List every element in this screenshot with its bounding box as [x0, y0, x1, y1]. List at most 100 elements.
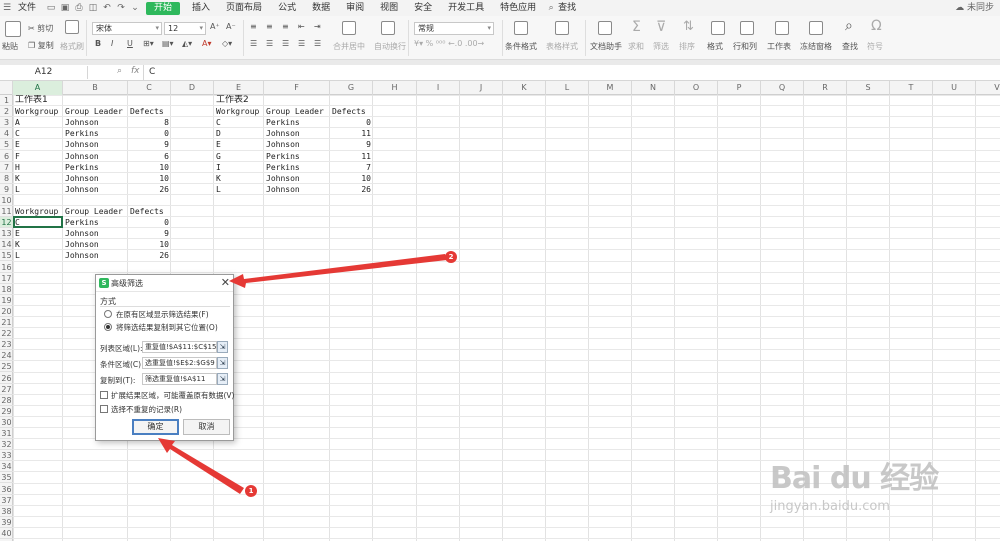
table-header-cell[interactable]: Group Leader	[63, 106, 128, 117]
undo-icon[interactable]: ↶	[100, 3, 114, 13]
column-header-a[interactable]: A	[13, 81, 63, 95]
column-header-j[interactable]: J	[460, 81, 503, 95]
find-button[interactable]: 查找	[842, 41, 858, 52]
indent-increase-icon[interactable]: ⇥	[314, 22, 321, 31]
table-cell[interactable]: 26	[330, 184, 373, 195]
table-cell[interactable]: Perkins	[264, 151, 330, 162]
currency-icon[interactable]: ¥▾ % ⁰⁰⁰ ←.0 .00→	[414, 39, 484, 48]
row-header-30[interactable]: 30	[0, 417, 13, 428]
cut-button[interactable]: ✂ 剪切	[28, 23, 53, 34]
sort-button[interactable]: 排序	[679, 41, 695, 52]
column-header-q[interactable]: Q	[761, 81, 804, 95]
table-cell[interactable]: 6	[128, 151, 171, 162]
symbol-button[interactable]: 符号	[867, 41, 883, 52]
table-cell[interactable]: 10	[128, 239, 171, 250]
conditional-format-icon[interactable]	[514, 21, 528, 35]
table-header-cell[interactable]: Defects	[330, 106, 373, 117]
symbol-icon[interactable]: Ω	[871, 18, 882, 34]
table-cell[interactable]: 9	[128, 139, 171, 150]
table-cell[interactable]: Johnson	[63, 228, 128, 239]
bold-button[interactable]: B	[95, 39, 101, 48]
table-cell[interactable]: 9	[330, 139, 373, 150]
table-cell[interactable]: C	[13, 128, 63, 139]
table-cell[interactable]: 26	[128, 184, 171, 195]
freeze-icon[interactable]	[809, 21, 823, 35]
row-header-13[interactable]: 13	[0, 228, 13, 240]
row-header-18[interactable]: 18	[0, 284, 13, 295]
formula-input[interactable]: C	[143, 65, 1000, 80]
tab-security[interactable]: 安全	[406, 0, 440, 16]
row-header-8[interactable]: 8	[0, 173, 13, 184]
chevron-down-icon[interactable]: ⌄	[128, 3, 142, 13]
unique-records-checkbox[interactable]	[100, 405, 108, 413]
table-cell[interactable]: 10	[128, 173, 171, 184]
column-header-l[interactable]: L	[546, 81, 589, 95]
grow-font-icon[interactable]: A⁺	[210, 22, 220, 31]
worksheet-button[interactable]: 工作表	[767, 41, 791, 52]
table-header-cell[interactable]: Group Leader	[264, 106, 330, 117]
align-right-icon[interactable]: ☰	[282, 39, 289, 48]
row-header-9[interactable]: 9	[0, 184, 13, 195]
distributed-icon[interactable]: ☰	[314, 39, 321, 48]
table-header-cell[interactable]: Defects	[128, 106, 171, 117]
doc-assistant-icon[interactable]	[598, 21, 612, 35]
font-color-icon[interactable]: A▾	[202, 39, 212, 48]
row-header-14[interactable]: 14	[0, 239, 13, 251]
worksheet-icon[interactable]	[775, 21, 789, 35]
row-header-34[interactable]: 34	[0, 461, 13, 473]
align-top-icon[interactable]: ≡	[250, 22, 257, 31]
filter-icon[interactable]: ⊽	[656, 19, 666, 35]
row-header-17[interactable]: 17	[0, 273, 13, 284]
close-icon[interactable]: ✕	[221, 276, 230, 289]
table-cell[interactable]: 11	[330, 128, 373, 139]
table-cell[interactable]: Johnson	[264, 139, 330, 150]
italic-button[interactable]: I	[111, 39, 113, 48]
tab-insert[interactable]: 插入	[184, 0, 218, 16]
table-cell[interactable]: 0	[128, 128, 171, 139]
table-header-cell[interactable]: Group Leader	[63, 206, 128, 217]
sync-status[interactable]: ☁ 未同步	[947, 0, 1000, 16]
table-cell[interactable]: Johnson	[264, 128, 330, 139]
function-icon[interactable]: fx	[131, 66, 140, 76]
row-header-26[interactable]: 26	[0, 373, 13, 384]
column-header-n[interactable]: N	[632, 81, 675, 95]
tab-page-layout[interactable]: 页面布局	[218, 0, 270, 16]
row-header-10[interactable]: 10	[0, 195, 13, 206]
range-picker-icon[interactable]: ⇲	[217, 373, 228, 385]
table-cell[interactable]: Johnson	[63, 117, 128, 128]
table-cell[interactable]: Johnson	[63, 184, 128, 195]
column-header-c[interactable]: C	[128, 81, 171, 95]
row-header-2[interactable]: 2	[0, 106, 13, 118]
align-bottom-icon[interactable]: ≡	[282, 22, 289, 31]
table-cell[interactable]: I	[214, 162, 264, 173]
filter-button[interactable]: 筛选	[653, 41, 669, 52]
freeze-button[interactable]: 冻结窗格	[800, 41, 832, 52]
table-cell[interactable]: F	[13, 151, 63, 162]
find-icon[interactable]: ⌕	[845, 18, 853, 34]
row-header-11[interactable]: 11	[0, 206, 13, 217]
tab-developer[interactable]: 开发工具	[440, 0, 492, 16]
table-cell[interactable]: Johnson	[63, 173, 128, 184]
table-cell[interactable]: G	[214, 151, 264, 162]
row-header-38[interactable]: 38	[0, 506, 13, 517]
table-cell[interactable]: Johnson	[63, 139, 128, 150]
row-header-25[interactable]: 25	[0, 361, 13, 373]
row-header-40[interactable]: 40	[0, 528, 13, 539]
file-menu[interactable]: 文件	[14, 0, 44, 16]
border-icon[interactable]: ⊞▾	[143, 39, 154, 48]
sheet-title-1[interactable]: 工作表1	[13, 95, 63, 106]
table-cell[interactable]: K	[13, 173, 63, 184]
row-col-icon[interactable]	[740, 21, 754, 35]
menu-search[interactable]: 查找	[558, 0, 584, 16]
table-cell[interactable]: D	[214, 128, 264, 139]
underline-button[interactable]: U	[127, 39, 133, 48]
column-header-s[interactable]: S	[847, 81, 890, 95]
table-cell[interactable]: 9	[128, 228, 171, 239]
range-picker-icon[interactable]: ⇲	[217, 357, 228, 369]
ok-button[interactable]: 确定	[132, 419, 179, 435]
table-cell[interactable]: 11	[330, 151, 373, 162]
column-header-o[interactable]: O	[675, 81, 718, 95]
table-cell[interactable]: Johnson	[264, 184, 330, 195]
row-header-19[interactable]: 19	[0, 295, 13, 306]
justify-icon[interactable]: ☰	[298, 39, 305, 48]
